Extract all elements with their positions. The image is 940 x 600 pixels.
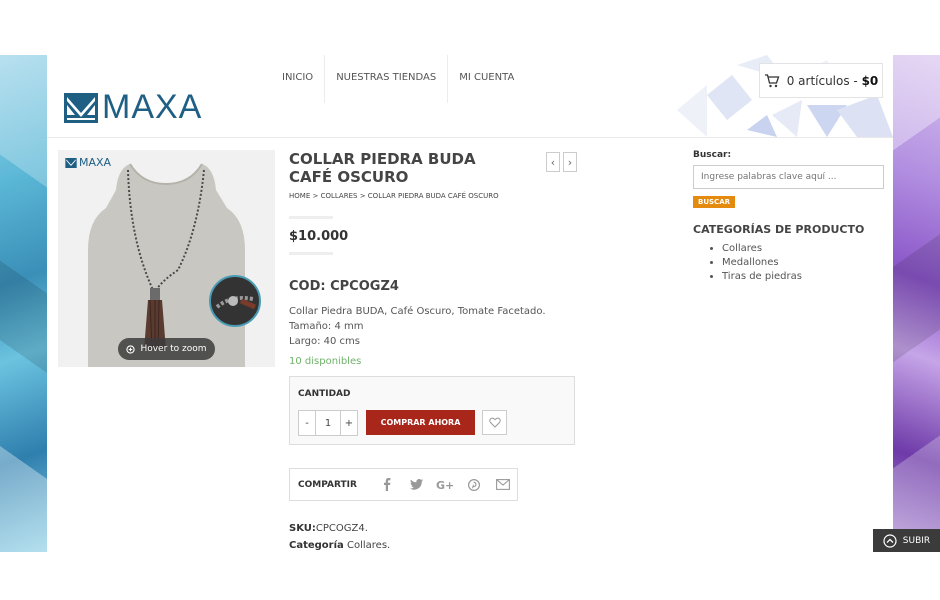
cart-amount: $0 bbox=[861, 73, 879, 88]
facebook-icon[interactable] bbox=[373, 478, 402, 491]
page-frame: MAXA INICIO NUESTRAS TIENDAS MI CUENTA 0… bbox=[0, 55, 940, 552]
necklace-photo bbox=[58, 150, 275, 367]
content-area: MAXA INICIO NUESTRAS TIENDAS MI CUENTA 0… bbox=[47, 55, 893, 552]
next-product-button[interactable]: › bbox=[563, 152, 577, 172]
sku-label: SKU: bbox=[289, 523, 316, 534]
cart-count-text: 0 artículos - bbox=[786, 73, 862, 88]
buy-now-button[interactable]: COMPRAR AHORA bbox=[366, 410, 475, 435]
nav-item-mi-cuenta[interactable]: MI CUENTA bbox=[448, 55, 525, 103]
email-icon[interactable] bbox=[488, 479, 517, 490]
quantity-stepper: - 1 + bbox=[298, 410, 358, 436]
product-image[interactable]: MAXA Hover to zoom bbox=[58, 150, 275, 367]
breadcrumb-collares[interactable]: COLLARES bbox=[321, 192, 358, 200]
quantity-label: CANTIDAD bbox=[298, 389, 351, 399]
category-line: Categoría Collares. bbox=[289, 537, 390, 552]
sidebar: Buscar: BUSCAR CATEGORÍAS DE PRODUCTO Co… bbox=[693, 150, 885, 284]
pendant-detail-image bbox=[215, 296, 256, 310]
product-code: COD: CPCOGZ4 bbox=[289, 279, 399, 294]
stock-status: 10 disponibles bbox=[289, 356, 362, 367]
divider bbox=[289, 252, 333, 255]
zoom-label: Hover to zoom bbox=[140, 344, 207, 354]
breadcrumb-home[interactable]: HOME bbox=[289, 192, 310, 200]
gallery-logo: MAXA bbox=[65, 156, 111, 169]
main-nav: INICIO NUESTRAS TIENDAS MI CUENTA bbox=[271, 55, 525, 103]
category-list: Collares Medallones Tiras de piedras bbox=[693, 242, 885, 284]
sku-line: SKU:CPCOGZ4. bbox=[289, 520, 390, 537]
product-price: $10.000 bbox=[289, 229, 349, 244]
detail-thumbnail bbox=[209, 275, 261, 327]
site-header: MAXA INICIO NUESTRAS TIENDAS MI CUENTA 0… bbox=[47, 55, 893, 138]
category-label: Categoría bbox=[289, 540, 344, 551]
search-button[interactable]: BUSCAR bbox=[693, 196, 736, 208]
share-box: COMPARTIR G+ bbox=[289, 468, 518, 501]
purchase-box: CANTIDAD - 1 + COMPRAR AHORA bbox=[289, 376, 575, 445]
quantity-plus-button[interactable]: + bbox=[341, 411, 357, 435]
sku-value: CPCOGZ4. bbox=[315, 523, 368, 534]
search-label: Buscar: bbox=[693, 150, 732, 160]
twitter-icon[interactable] bbox=[402, 479, 431, 490]
category-item-tiras-de-piedras[interactable]: Tiras de piedras bbox=[722, 270, 885, 284]
search-input[interactable] bbox=[693, 165, 884, 189]
scroll-top-button[interactable]: SUBIR bbox=[873, 529, 940, 552]
product-title: COLLAR PIEDRA BUDA CAFÉ OSCURO bbox=[289, 150, 476, 186]
svg-text:G+: G+ bbox=[436, 479, 454, 490]
breadcrumb-current: COLLAR PIEDRA BUDA CAFÉ OSCURO bbox=[367, 192, 499, 200]
breadcrumb-separator: > bbox=[310, 192, 321, 200]
categories-title: CATEGORÍAS DE PRODUCTO bbox=[693, 223, 865, 236]
chevron-up-icon bbox=[883, 533, 897, 548]
product-info: COLLAR PIEDRA BUDA CAFÉ OSCURO ‹ › HOME … bbox=[289, 150, 579, 551]
description-line: Collar Piedra BUDA, Café Oscuro, Tomate … bbox=[289, 306, 546, 317]
description-line: Tamaño: 4 mm bbox=[289, 321, 364, 332]
logo-text: MAXA bbox=[102, 88, 203, 126]
hover-to-zoom-button[interactable]: Hover to zoom bbox=[118, 338, 215, 360]
prev-product-button[interactable]: ‹ bbox=[546, 152, 560, 172]
gallery-logo-icon bbox=[65, 157, 77, 168]
pinterest-icon[interactable] bbox=[459, 478, 488, 491]
cart-button[interactable]: 0 artículos - $0 bbox=[759, 63, 883, 98]
maxa-logo-icon bbox=[64, 92, 98, 123]
scroll-top-label: SUBIR bbox=[902, 535, 931, 546]
heart-icon bbox=[488, 417, 501, 428]
nav-item-nuestras-tiendas[interactable]: NUESTRAS TIENDAS bbox=[325, 55, 449, 103]
breadcrumb: HOME > COLLARES > COLLAR PIEDRA BUDA CAF… bbox=[289, 192, 579, 200]
site-logo[interactable]: MAXA bbox=[64, 88, 202, 127]
category-item-collares[interactable]: Collares bbox=[722, 242, 885, 256]
product-description: Collar Piedra BUDA, Café Oscuro, Tomate … bbox=[289, 304, 579, 349]
nav-item-inicio[interactable]: INICIO bbox=[271, 55, 326, 103]
divider bbox=[289, 216, 333, 219]
category-link[interactable]: Collares. bbox=[347, 540, 390, 551]
description-line: Largo: 40 cms bbox=[289, 336, 361, 347]
background-right bbox=[893, 55, 940, 552]
product-meta: SKU:CPCOGZ4. Categoría Collares. bbox=[289, 520, 390, 552]
gallery-logo-text: MAXA bbox=[79, 156, 112, 169]
product-nav-arrows: ‹ › bbox=[546, 152, 577, 172]
zoom-plus-icon bbox=[126, 344, 136, 354]
breadcrumb-separator: > bbox=[357, 192, 368, 200]
cart-icon bbox=[764, 73, 780, 87]
background-left bbox=[0, 55, 47, 552]
category-item-medallones[interactable]: Medallones bbox=[722, 256, 885, 270]
quantity-minus-button[interactable]: - bbox=[299, 411, 315, 435]
wishlist-button[interactable] bbox=[482, 410, 507, 435]
quantity-input[interactable]: 1 bbox=[315, 411, 341, 435]
google-plus-icon[interactable]: G+ bbox=[431, 479, 460, 490]
share-label: COMPARTIR bbox=[298, 479, 357, 490]
